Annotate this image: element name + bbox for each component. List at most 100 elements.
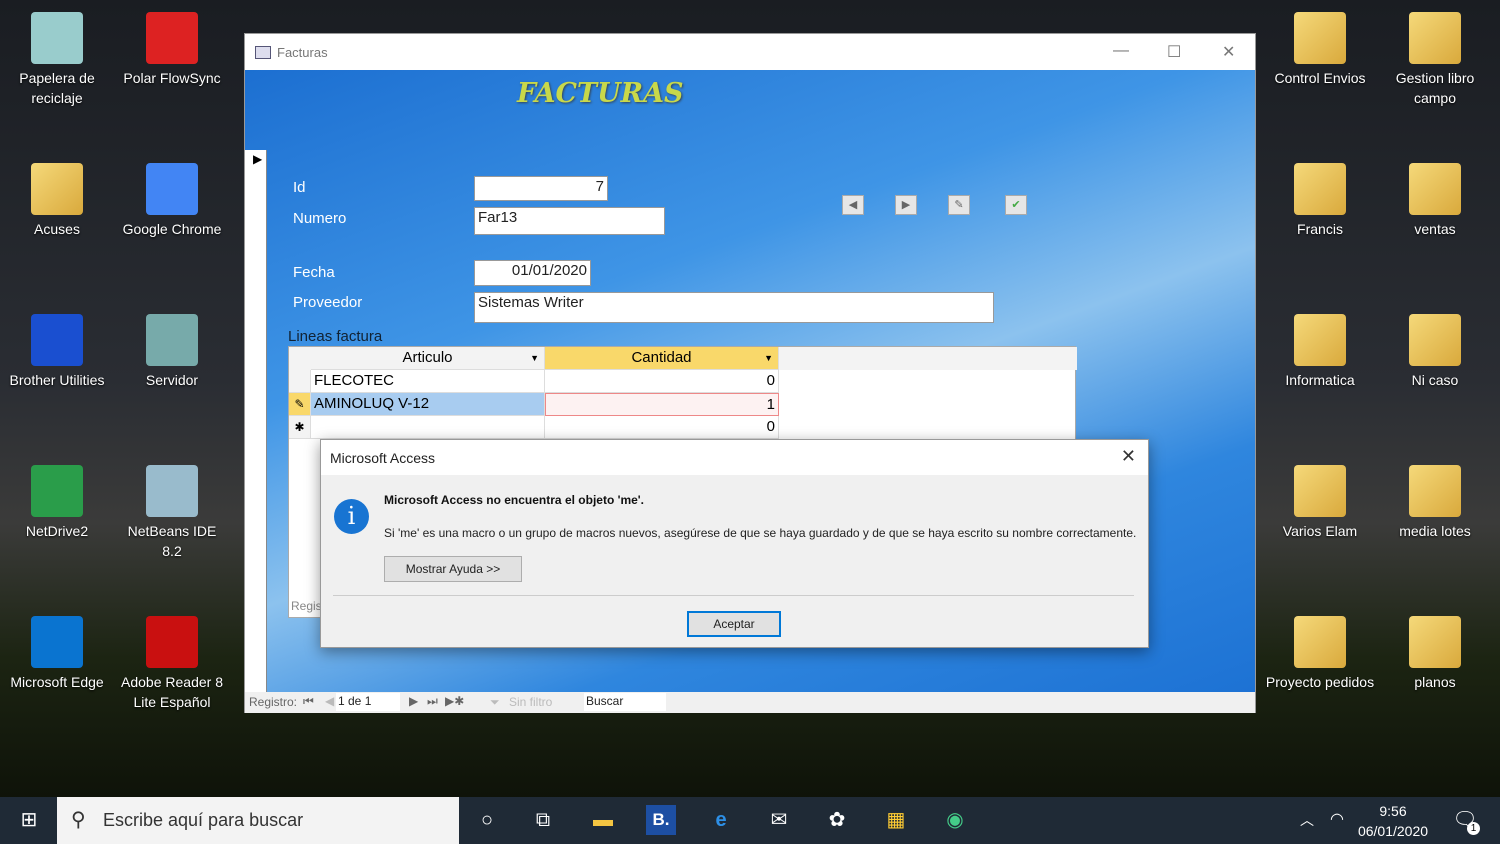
desktop-icon[interactable]: Acuses [1,157,113,239]
current-record-field[interactable]: 1 de 1 [336,693,400,711]
table-row[interactable]: ✱ 0 [289,416,1077,439]
numero-field[interactable]: Far13 [474,207,665,235]
desktop-icon-label: media lotes [1399,523,1471,539]
minimize-button[interactable]: — [1113,42,1129,60]
record-selector[interactable]: ▶ [245,150,267,692]
first-record-button[interactable]: ⏮ [303,694,314,709]
desktop-icon-label: ventas [1414,221,1456,237]
row-selector[interactable]: ✎ [289,393,311,416]
taskbar-search[interactable]: ⚲ Escribe aquí para buscar [57,797,459,844]
id-label: Id [293,179,306,196]
file-explorer-icon[interactable]: ▬ [588,805,618,835]
divider [333,595,1134,596]
cantidad-cell[interactable]: 0 [545,416,779,439]
last-record-button[interactable]: ⏭ [427,694,438,709]
tray-chevron-icon[interactable]: ︿ [1292,805,1322,835]
numero-label: Numero [293,210,347,227]
id-field[interactable]: 7 [474,176,608,201]
desktop-icon[interactable]: planos [1379,610,1491,692]
mail-icon[interactable]: ✉ [764,805,794,835]
dialog-close-button[interactable]: ✕ [1121,446,1136,467]
next-record-nav[interactable]: ▶ [409,694,418,708]
clock[interactable]: 9:56 06/01/2020 [1350,801,1436,841]
cantidad-cell[interactable]: 1 [545,393,779,416]
cantidad-cell[interactable]: 0 [545,370,779,393]
desktop-icon-label: Microsoft Edge [10,674,104,690]
proveedor-field[interactable]: Sistemas Writer [474,292,994,323]
desktop-icon[interactable]: Gestion libro campo [1379,6,1491,108]
desktop-icon[interactable]: Brother Utilities [1,308,113,390]
task-view-icon[interactable]: ⧉ [528,805,558,835]
show-help-button[interactable]: Mostrar Ayuda >> [384,556,522,582]
fecha-label: Fecha [293,264,335,281]
column-header-cantidad[interactable]: Cantidad ▼ [545,347,779,370]
edit-button[interactable]: ✎ [948,195,970,215]
desktop-icon[interactable]: Proyecto pedidos [1264,610,1376,692]
desktop-icon[interactable]: NetDrive2 [1,459,113,541]
dialog-title: Microsoft Access [330,450,436,466]
desktop-icon[interactable]: Control Envios [1264,6,1376,88]
desktop-icon-label: Brother Utilities [9,372,105,388]
adobe-reader-icon [146,616,198,668]
desktop-icon[interactable]: Microsoft Edge [1,610,113,692]
app-icon[interactable]: ✿ [822,805,852,835]
lineas-label: Lineas factura [288,328,383,345]
table-row[interactable]: FLECOTEC 0 [289,370,1077,393]
taskbar: ⊞ ⚲ Escribe aquí para buscar ○ ⧉ ▬ B. e … [0,797,1500,844]
row-selector[interactable] [289,370,311,393]
brother-utilities-icon [31,314,83,366]
chrome-taskbar-icon[interactable]: ◉ [940,805,970,835]
prev-record-button[interactable]: ◀ [842,195,864,215]
start-button[interactable]: ⊞ [14,805,44,835]
fecha-field[interactable]: 01/01/2020 [474,260,591,286]
desktop-icon[interactable]: Informatica [1264,308,1376,390]
grid-header: Articulo ▼ Cantidad ▼ [289,347,1077,370]
store-icon[interactable]: ▦ [881,805,911,835]
next-record-button[interactable]: ▶ [895,195,917,215]
folder-icon [1409,314,1461,366]
articulo-cell[interactable]: FLECOTEC [311,370,545,393]
desktop-icon[interactable]: Polar FlowSync [116,6,228,88]
info-icon: i [334,499,369,534]
articulo-cell[interactable] [311,416,545,439]
cortana-icon[interactable]: ○ [472,805,502,835]
save-check-button[interactable]: ✔ [1005,195,1027,215]
row-selector[interactable]: ✱ [289,416,311,439]
filter-status[interactable]: Sin filtro [509,695,552,709]
column-header-articulo[interactable]: Articulo ▼ [311,347,545,370]
search-field[interactable]: Buscar [584,693,666,711]
accept-button[interactable]: Aceptar [687,611,781,637]
wifi-icon[interactable]: ◠ [1322,805,1352,835]
desktop-icon[interactable]: NetBeans IDE 8.2 [116,459,228,561]
edge-taskbar-icon[interactable]: e [706,805,736,835]
desktop-icon[interactable]: ventas [1379,157,1491,239]
desktop-icon[interactable]: media lotes [1379,459,1491,541]
desktop-icon[interactable]: Ni caso [1379,308,1491,390]
edge-icon [31,616,83,668]
desktop-icon[interactable]: Francis [1264,157,1376,239]
desktop-icon-label: Gestion libro campo [1395,70,1475,106]
notifications-icon[interactable]: 🗨 1 [1450,805,1480,835]
desktop-icon[interactable]: Google Chrome [116,157,228,239]
maximize-button[interactable]: ☐ [1167,42,1181,62]
folder-icon [1409,12,1461,64]
desktop-icon-label: Papelera de reciclaje [19,70,95,106]
articulo-cell[interactable]: AMINOLUQ V-12 [311,393,545,416]
desktop-icon[interactable]: Servidor [116,308,228,390]
proveedor-label: Proveedor [293,294,363,311]
booking-app-icon[interactable]: B. [646,805,676,835]
desktop-icon[interactable]: Adobe Reader 8 Lite Español [116,610,228,712]
desktop-icon[interactable]: Varios Elam [1264,459,1376,541]
polar-flowsync-icon [146,12,198,64]
table-row[interactable]: ✎ AMINOLUQ V-12 1 [289,393,1077,416]
chrome-icon [146,163,198,215]
registro-label: Registro: [249,695,298,709]
desktop-icon-label: Google Chrome [122,221,222,237]
close-button[interactable]: ✕ [1222,42,1235,62]
prev-record-nav[interactable]: ◀ [325,694,334,708]
new-record-button[interactable]: ▶✱ [445,694,464,708]
filter-icon: ⏷ [490,695,500,709]
folder-icon [31,163,83,215]
subform-status: Regis [291,599,322,613]
desktop-icon[interactable]: Papelera de reciclaje [1,6,113,108]
